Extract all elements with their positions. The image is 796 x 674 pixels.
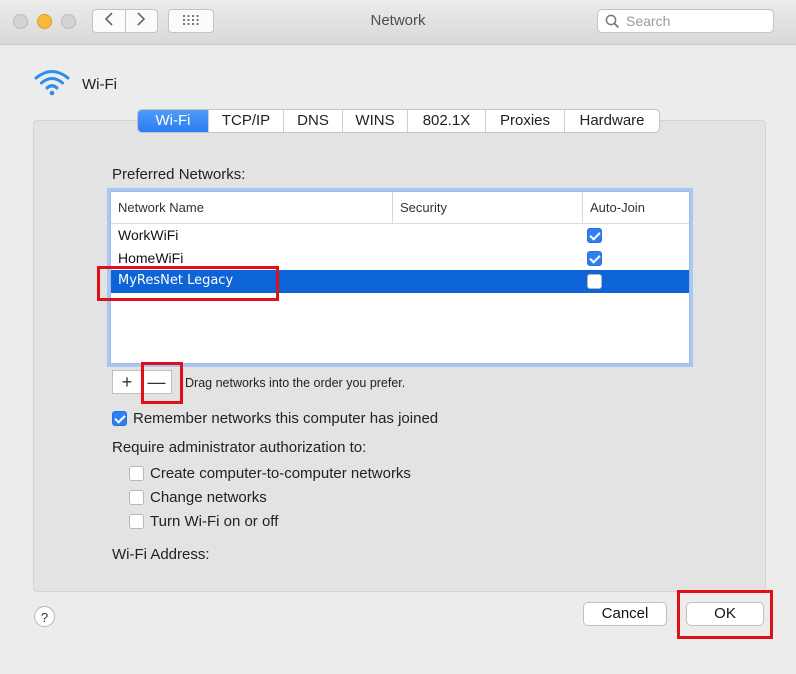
change-networks-checkbox[interactable] xyxy=(129,490,144,505)
tab-tcp-ip[interactable]: TCP/IP xyxy=(208,110,283,132)
auto-join-checkbox[interactable] xyxy=(587,228,602,243)
toggle-wifi-label: Turn Wi-Fi on or off xyxy=(150,513,279,530)
tab-bar: Wi-Fi TCP/IP DNS WINS 802.1X Proxies Har… xyxy=(137,109,660,133)
remove-network-button[interactable]: — xyxy=(142,370,172,394)
remember-networks-option[interactable]: Remember networks this computer has join… xyxy=(112,410,438,427)
title-bar: Network xyxy=(0,0,796,45)
admin-toggle-wifi-option[interactable]: Turn Wi-Fi on or off xyxy=(129,513,278,530)
add-network-button[interactable]: + xyxy=(112,370,142,394)
preferred-networks-label: Preferred Networks: xyxy=(112,166,246,183)
wifi-icon xyxy=(33,68,71,101)
require-admin-label: Require administrator authorization to: xyxy=(112,439,367,456)
network-name: WorkWiFi xyxy=(118,227,179,243)
tab-wins[interactable]: WINS xyxy=(342,110,407,132)
interface-header: Wi-Fi xyxy=(33,68,117,101)
add-remove-group: + — xyxy=(112,370,172,394)
admin-create-networks-option[interactable]: Create computer-to-computer networks xyxy=(129,465,411,482)
search-field[interactable] xyxy=(597,9,774,33)
table-row-selected[interactable]: MyResNet Legacy xyxy=(111,270,689,293)
tab-wifi[interactable]: Wi-Fi xyxy=(138,110,208,132)
drag-hint: Drag networks into the order you prefer. xyxy=(185,376,406,390)
admin-change-networks-option[interactable]: Change networks xyxy=(129,489,267,506)
remember-networks-checkbox[interactable] xyxy=(112,411,127,426)
change-networks-label: Change networks xyxy=(150,489,267,506)
search-icon xyxy=(598,14,626,29)
network-name: HomeWiFi xyxy=(118,250,184,266)
preferred-networks-table[interactable]: Network Name Security Auto-Join WorkWiFi… xyxy=(110,191,690,364)
ok-button[interactable]: OK xyxy=(686,602,764,626)
network-window: Network Wi-Fi Wi-Fi TCP/IP DNS WINS xyxy=(0,0,796,674)
toggle-wifi-checkbox[interactable] xyxy=(129,514,144,529)
network-name: MyResNet Legacy xyxy=(118,273,234,288)
search-input[interactable] xyxy=(626,13,766,29)
create-networks-checkbox[interactable] xyxy=(129,466,144,481)
column-network-name[interactable]: Network Name xyxy=(111,192,392,223)
tab-dns[interactable]: DNS xyxy=(283,110,342,132)
create-networks-label: Create computer-to-computer networks xyxy=(150,465,411,482)
help-button[interactable]: ? xyxy=(34,606,55,627)
remember-networks-label: Remember networks this computer has join… xyxy=(133,410,439,427)
tab-hardware[interactable]: Hardware xyxy=(564,110,659,132)
table-row[interactable]: WorkWiFi xyxy=(111,224,689,247)
tab-proxies[interactable]: Proxies xyxy=(485,110,564,132)
column-auto-join[interactable]: Auto-Join xyxy=(582,192,689,223)
column-security[interactable]: Security xyxy=(392,192,582,223)
tab-8021x[interactable]: 802.1X xyxy=(407,110,485,132)
auto-join-checkbox[interactable] xyxy=(587,251,602,266)
auto-join-checkbox[interactable] xyxy=(587,274,602,289)
wifi-address-label: Wi-Fi Address: xyxy=(112,546,210,563)
table-header: Network Name Security Auto-Join xyxy=(111,192,689,224)
interface-label: Wi-Fi xyxy=(82,76,117,93)
cancel-button[interactable]: Cancel xyxy=(583,602,667,626)
table-row[interactable]: HomeWiFi xyxy=(111,247,689,270)
